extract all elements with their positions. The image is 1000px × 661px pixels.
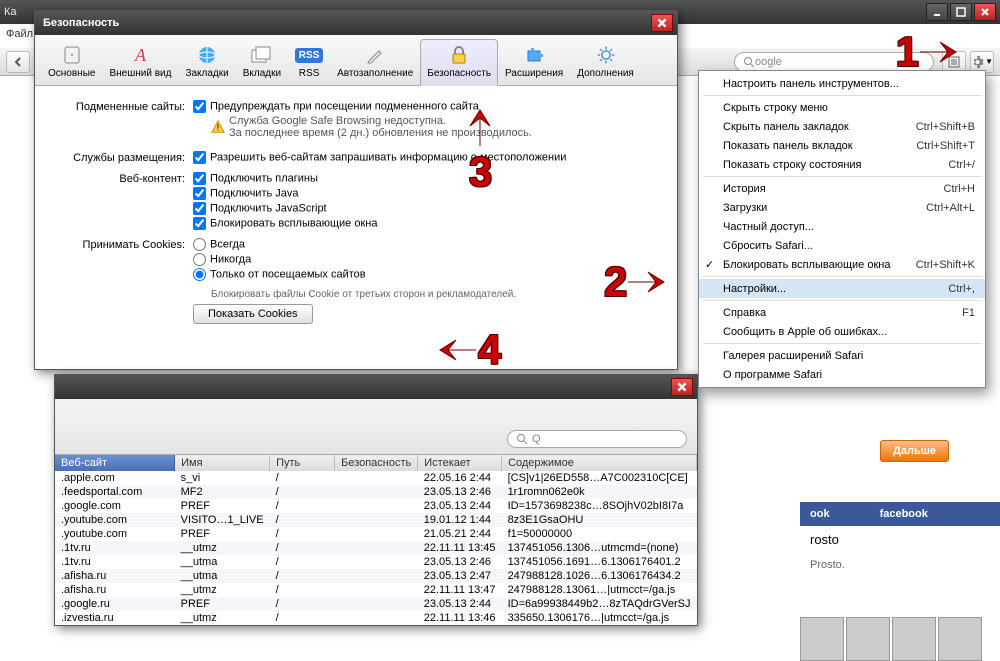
settings-tab[interactable]: AВнешний вид <box>102 39 178 85</box>
search-placeholder: oogle <box>755 56 782 68</box>
menu-item[interactable]: Настроить панель инструментов... <box>699 74 985 93</box>
label-location-services: Службы размещения: <box>53 151 193 166</box>
back-button[interactable] <box>6 51 30 73</box>
block-third-party-note: Блокировать файлы Cookie от третьих стор… <box>211 289 659 300</box>
text-prosto2: Prosto. <box>800 553 1000 577</box>
close-icon <box>656 17 668 29</box>
checkbox-allow-location[interactable]: Разрешить веб-сайтам запрашивать информа… <box>193 151 659 164</box>
checkbox-java[interactable]: Подключить Java <box>193 187 659 200</box>
cookies-table-header[interactable]: Веб-сайтИмяПутьБезопасностьИстекаетСодер… <box>55 455 697 471</box>
menu-item[interactable]: ИсторияCtrl+H <box>699 179 985 198</box>
menu-file[interactable]: Файл <box>0 24 34 44</box>
maximize-button[interactable] <box>950 3 972 21</box>
table-row[interactable]: .afisha.ru__utmz/22.11.11 13:47247988128… <box>55 583 697 597</box>
menu-item[interactable]: Настройки...Ctrl+, <box>699 279 985 298</box>
checkbox-warn-spoofed[interactable]: Предупреждать при посещении подмененного… <box>193 100 659 113</box>
settings-tab[interactable]: Закладки <box>178 39 235 85</box>
cookies-titlebar <box>55 375 697 399</box>
menu-item[interactable]: Скрыть строку меню <box>699 98 985 117</box>
checkbox-javascript[interactable]: Подключить JavaScript <box>193 202 659 215</box>
safe-browsing-note: ! Служба Google Safe Browsing недоступна… <box>193 115 659 139</box>
facebook-bar: ookfacebook <box>800 502 1000 526</box>
svg-text:!: ! <box>217 123 220 134</box>
settings-tab[interactable]: RSSRSS <box>288 39 330 85</box>
label-web-content: Веб-контент: <box>53 172 193 232</box>
label-spoofed-sites: Подмененные сайты: <box>53 100 193 145</box>
gear-icon <box>971 55 984 69</box>
table-row[interactable]: .1tv.ru__utmz/22.11.11 13:45137451056.13… <box>55 541 697 555</box>
close-icon <box>676 381 688 393</box>
annotation-arrow-1: 1 <box>896 28 958 76</box>
menu-item[interactable]: Частный доступ... <box>699 217 985 236</box>
cookies-table-body[interactable]: .apple.coms_vi/22.05.16 2:44[CS]v1|26ED5… <box>55 471 697 625</box>
table-row[interactable]: .google.comPREF/23.05.13 2:44ID=15736982… <box>55 499 697 513</box>
settings-tab[interactable]: Автозаполнение <box>330 39 420 85</box>
checkbox-block-popups[interactable]: Блокировать всплывающие окна <box>193 217 659 230</box>
settings-dialog: Безопасность ОсновныеAВнешний видЗакладк… <box>34 10 678 370</box>
settings-tab[interactable]: Вкладки <box>236 39 288 85</box>
search-icon <box>516 433 528 445</box>
avatar-row <box>800 617 1000 661</box>
menu-item[interactable]: ✓Блокировать всплывающие окнаCtrl+Shift+… <box>699 255 985 274</box>
settings-close-button[interactable] <box>651 14 673 32</box>
annotation-arrow-2: 2 <box>604 258 666 306</box>
settings-tab[interactable]: Безопасность <box>420 39 498 86</box>
table-row[interactable]: .apple.coms_vi/22.05.16 2:44[CS]v1|26ED5… <box>55 471 697 485</box>
next-button[interactable]: Дальше <box>880 440 949 462</box>
settings-title: Безопасность <box>39 17 651 29</box>
cookies-dialog: Q Веб-сайтИмяПутьБезопасностьИстекаетСод… <box>54 374 698 626</box>
label-accept-cookies: Принимать Cookies: <box>53 238 193 324</box>
gear-dropdown-menu: Настроить панель инструментов... Скрыть с… <box>698 70 986 388</box>
settings-tab[interactable]: Расширения <box>498 39 570 85</box>
cookies-search-field[interactable]: Q <box>507 430 687 448</box>
menu-item[interactable]: Сбросить Safari... <box>699 236 985 255</box>
text-prosto: rosto <box>800 526 1000 553</box>
minimize-button[interactable] <box>926 3 948 21</box>
annotation-arrow-4: 4 <box>438 326 500 374</box>
settings-body: Подмененные сайты: Предупреждать при пос… <box>35 86 677 340</box>
menu-item[interactable]: Галерея расширений Safari <box>699 346 985 365</box>
annotation-arrow-3: 3 <box>460 108 500 196</box>
search-icon <box>743 56 755 68</box>
table-row[interactable]: .afisha.ru__utma/23.05.13 2:47247988128.… <box>55 569 697 583</box>
settings-tab[interactable]: Дополнения <box>570 39 641 85</box>
radio-only-visited[interactable]: Только от посещаемых сайтов <box>193 268 659 281</box>
cookies-close-button[interactable] <box>671 378 693 396</box>
checkbox-plugins[interactable]: Подключить плагины <box>193 172 659 185</box>
menu-item[interactable]: Показать строку состоянияCtrl+/ <box>699 155 985 174</box>
menu-item[interactable]: Показать панель вкладокCtrl+Shift+T <box>699 136 985 155</box>
menu-item[interactable]: СправкаF1 <box>699 303 985 322</box>
menu-item[interactable]: О программе Safari <box>699 365 985 384</box>
show-cookies-button[interactable]: Показать Cookies <box>193 304 313 324</box>
table-row[interactable]: .youtube.comVISITO…1_LIVE/19.01.12 1:448… <box>55 513 697 527</box>
menu-item[interactable]: Сообщить в Apple об ошибках... <box>699 322 985 341</box>
radio-never[interactable]: Никогда <box>193 253 659 266</box>
table-row[interactable]: .google.ruPREF/23.05.13 2:44ID=6a9993844… <box>55 597 697 611</box>
settings-tab-bar: ОсновныеAВнешний видЗакладкиВкладкиRSSRS… <box>35 35 677 86</box>
radio-always[interactable]: Всегда <box>193 238 659 251</box>
cookies-table[interactable]: Веб-сайтИмяПутьБезопасностьИстекаетСодер… <box>55 455 697 625</box>
table-row[interactable]: .youtube.comPREF/21.05.21 2:44f1=5000000… <box>55 527 697 541</box>
table-row[interactable]: .izvestia.ru__utmz/22.11.11 13:46335650.… <box>55 611 697 625</box>
warning-icon: ! <box>211 120 225 134</box>
menu-item[interactable]: Скрыть панель закладокCtrl+Shift+B <box>699 117 985 136</box>
settings-titlebar: Безопасность <box>35 11 677 35</box>
settings-tab[interactable]: Основные <box>41 39 102 85</box>
table-row[interactable]: .feedsportal.comMF2/23.05.13 2:461r1romn… <box>55 485 697 499</box>
close-button[interactable] <box>974 3 996 21</box>
menu-item[interactable]: ЗагрузкиCtrl+Alt+L <box>699 198 985 217</box>
table-row[interactable]: .1tv.ru__utma/23.05.13 2:46137451056.169… <box>55 555 697 569</box>
